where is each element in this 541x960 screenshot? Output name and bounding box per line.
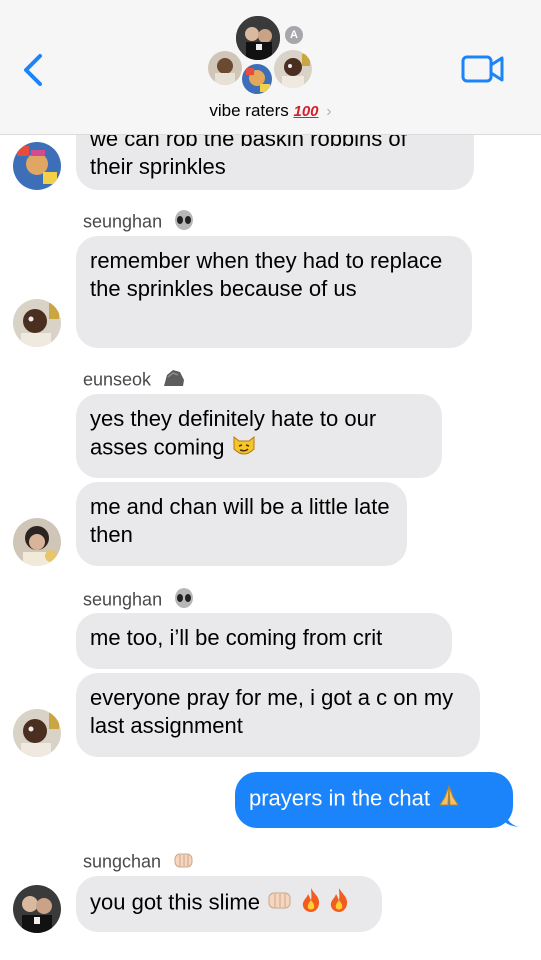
bubble-tail [505,812,519,827]
folded-hands-icon [436,783,462,816]
group-name: vibe raters [209,101,289,120]
message-bubble[interactable]: me and chan will be a little late then [76,482,407,566]
alien-icon [173,587,195,614]
smirking-cat-icon [231,433,257,464]
group-name-row[interactable]: vibe raters 100 › [0,101,541,121]
fire-icon [300,887,322,920]
message-bubble[interactable]: yes they definitely hate to our asses co… [76,394,442,478]
sender-label: seunghan [83,209,195,236]
sender-label: eunseok [83,368,186,393]
message-text: their sprinkles [90,154,226,179]
back-button[interactable] [20,50,50,90]
message-bubble[interactable]: everyone pray for me, i got a c on my la… [76,673,480,757]
avatar[interactable] [13,299,61,347]
message-text: you got this slime [90,889,260,915]
avatar[interactable] [13,709,61,757]
avatar [272,48,314,90]
group-avatar-cluster[interactable]: A [200,12,340,96]
conversation-header: A vibe raters 100 › [0,0,541,135]
alien-icon [173,209,195,236]
avatar [234,14,282,62]
avatar-initial-badge: A [283,24,305,46]
chevron-left-icon [24,54,42,86]
sender-label: sungchan [83,849,196,876]
chevron-right-icon: › [326,103,332,120]
message-text: prayers in the chat [249,785,430,811]
avatar [240,62,274,96]
avatar[interactable] [13,518,61,566]
rock-icon [162,368,186,393]
message-bubble[interactable]: me too, i’ll be coming from crit [76,613,452,669]
message-text: me and chan will be a little late then [90,494,390,547]
message-text: we can rob the baskin robbins of [90,135,407,151]
message-bubble[interactable]: we can rob the baskin robbins of their s… [76,135,474,190]
avatar[interactable] [13,885,61,933]
avatar [206,49,244,87]
fist-bump-icon [266,888,294,919]
sender-name: seunghan [83,211,163,232]
message-list[interactable]: we can rob the baskin robbins of their s… [0,135,541,960]
message-text: me too, i’ll be coming from crit [90,625,383,650]
video-call-button[interactable] [460,52,506,86]
sender-name: seunghan [83,589,163,610]
fire-icon [328,887,350,920]
sender-label: seunghan [83,587,195,614]
message-text: everyone pray for me, i got a c on my la… [90,685,454,738]
message-bubble[interactable]: remember when they had to replace the sp… [76,236,472,348]
message-text: remember when they had to replace the sp… [90,248,443,301]
sender-name: eunseok [83,369,152,390]
video-camera-icon [461,55,504,83]
avatar[interactable] [13,142,61,190]
message-bubble[interactable]: you got this slime [76,876,382,932]
hundred-points-icon: 100 [293,103,319,120]
sender-name: sungchan [83,851,162,872]
outgoing-message-bubble[interactable]: prayers in the chat [235,772,513,828]
fist-bump-icon [172,849,196,876]
